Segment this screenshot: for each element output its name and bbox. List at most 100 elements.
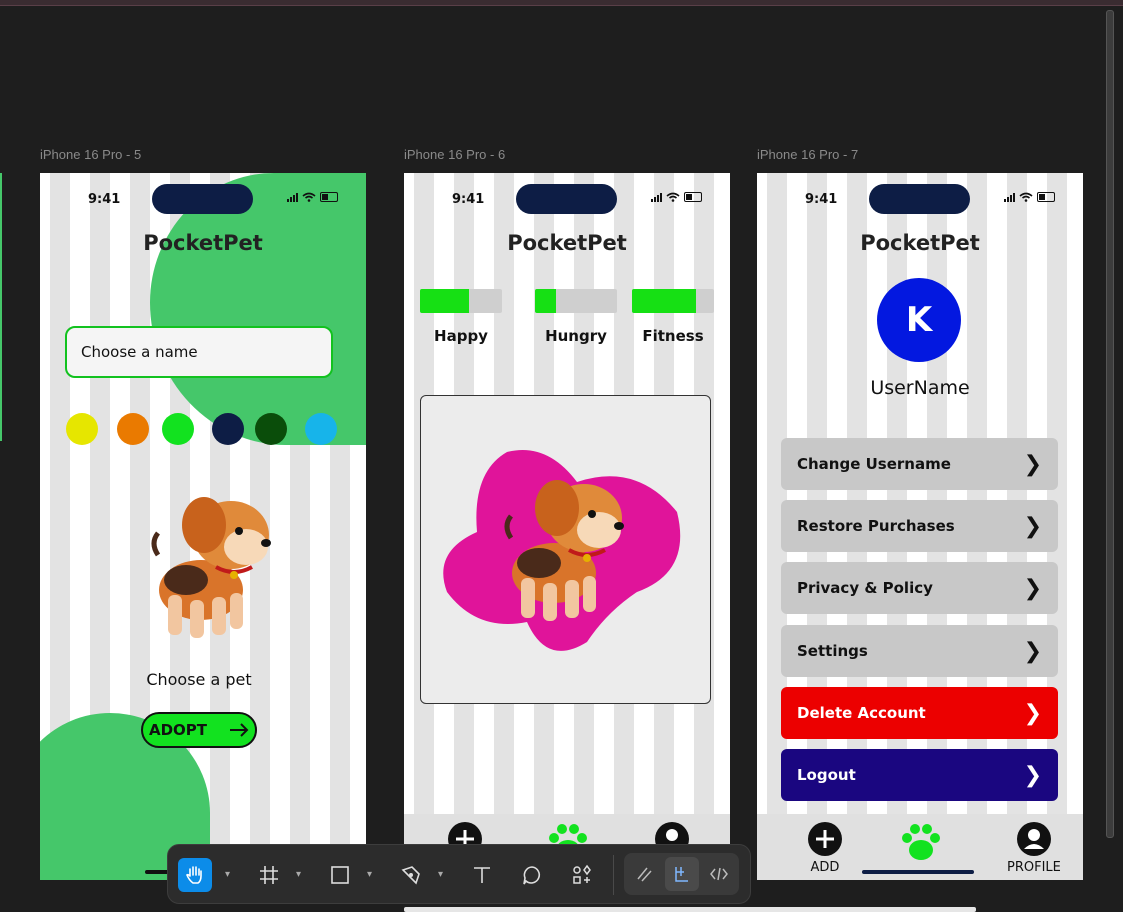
hungry-label: Hungry (545, 327, 607, 345)
dev-mode[interactable] (702, 857, 736, 891)
menu-label: Restore Purchases (797, 517, 955, 535)
frame-label-6[interactable]: iPhone 16 Pro - 6 (404, 147, 505, 162)
stat-happy: Happy (420, 289, 502, 345)
vertical-scrollbar[interactable] (1106, 10, 1114, 838)
code-icon (710, 867, 728, 881)
chevron-down-icon[interactable]: ▾ (225, 869, 230, 880)
wifi-icon (1019, 192, 1033, 202)
frame-iphone-6[interactable]: 9:41 PocketPet Happy Hungry Fitness (404, 173, 730, 880)
menu-label: Privacy & Policy (797, 579, 933, 597)
draw-mode[interactable] (628, 857, 662, 891)
dynamic-island (152, 184, 253, 214)
color-swatch-yellow[interactable] (66, 413, 98, 445)
avatar[interactable]: K (877, 278, 961, 362)
status-time: 9:41 (88, 192, 121, 207)
status-icons (287, 192, 338, 202)
frame-label-7[interactable]: iPhone 16 Pro - 7 (757, 147, 858, 162)
pen-tool[interactable] (394, 858, 428, 892)
offscreen-frame-edge (0, 173, 2, 441)
design-icon (675, 867, 688, 882)
components-tool[interactable] (565, 858, 599, 892)
menu-label: Logout (797, 766, 856, 784)
pet-name-placeholder: Choose a name (81, 343, 198, 361)
signal-icon (651, 192, 662, 202)
chevron-down-icon[interactable]: ▾ (367, 869, 372, 880)
chevron-right-icon: ❯ (1023, 762, 1042, 788)
frame-iphone-5[interactable]: 9:41 PocketPet Choose a name Choose a pe… (40, 173, 366, 880)
pet-name-input[interactable]: Choose a name (65, 326, 333, 378)
app-title: PocketPet (507, 231, 627, 255)
design-toolbar: ▾ ▾ ▾ ▾ (167, 844, 751, 904)
pet-display-box[interactable] (420, 395, 711, 704)
profile-icon (1016, 822, 1051, 856)
chevron-right-icon: ❯ (1023, 451, 1042, 477)
choose-pet-label: Choose a pet (146, 670, 252, 689)
adopt-button[interactable]: ADOPT (141, 712, 257, 748)
menu-label: Delete Account (797, 704, 926, 722)
color-swatch-cyan[interactable] (305, 413, 337, 445)
window-top-edge (0, 0, 1123, 6)
menu-change-username[interactable]: Change Username ❯ (781, 438, 1058, 490)
draw-icon (637, 867, 652, 882)
app-title: PocketPet (143, 231, 263, 255)
menu-label: Settings (797, 642, 868, 660)
battery-icon (684, 192, 702, 202)
text-tool[interactable] (465, 858, 499, 892)
puppy-image[interactable] (499, 468, 629, 628)
rectangle-tool[interactable] (323, 858, 357, 892)
color-swatch-navy[interactable] (212, 413, 244, 445)
color-swatch-orange[interactable] (117, 413, 149, 445)
puppy-image[interactable] (146, 485, 276, 645)
wifi-icon (302, 192, 316, 202)
username: UserName (870, 377, 970, 399)
menu-privacy-policy[interactable]: Privacy & Policy ❯ (781, 562, 1058, 614)
color-swatch-darkgreen[interactable] (255, 413, 287, 445)
frame-icon (260, 866, 278, 884)
chevron-right-icon: ❯ (1023, 575, 1042, 601)
chevron-right-icon: ❯ (1023, 700, 1042, 726)
status-time: 9:41 (805, 192, 838, 207)
menu-delete-account[interactable]: Delete Account ❯ (781, 687, 1058, 739)
fitness-bar (632, 289, 714, 313)
comment-tool[interactable] (515, 858, 549, 892)
frame-tool[interactable] (252, 858, 286, 892)
battery-icon (1037, 192, 1055, 202)
menu-logout[interactable]: Logout ❯ (781, 749, 1058, 801)
chevron-right-icon: ❯ (1023, 638, 1042, 664)
frame-iphone-7[interactable]: 9:41 PocketPet K UserName Change Usernam… (757, 173, 1083, 880)
comment-icon (523, 866, 541, 885)
tab-profile[interactable]: PROFILE (1007, 822, 1061, 875)
battery-icon (320, 192, 338, 202)
color-swatch-green[interactable] (162, 413, 194, 445)
tab-add-label: ADD (810, 860, 840, 875)
fitness-label: Fitness (642, 327, 704, 345)
pen-icon (401, 866, 420, 885)
signal-icon (287, 192, 298, 202)
hand-tool[interactable] (178, 858, 212, 892)
stat-fitness: Fitness (632, 289, 714, 345)
stat-hungry: Hungry (535, 289, 617, 345)
dynamic-island (516, 184, 617, 214)
tab-profile-label: PROFILE (1007, 860, 1061, 875)
tab-pet[interactable] (899, 822, 943, 862)
horizontal-scrollbar[interactable] (404, 907, 976, 912)
app-title: PocketPet (860, 231, 980, 255)
chevron-down-icon[interactable]: ▾ (438, 869, 443, 880)
chevron-down-icon[interactable]: ▾ (296, 869, 301, 880)
menu-settings[interactable]: Settings ❯ (781, 625, 1058, 677)
menu-restore-purchases[interactable]: Restore Purchases ❯ (781, 500, 1058, 552)
tab-add[interactable]: ADD (808, 822, 842, 875)
happy-bar-fill (420, 289, 470, 313)
adopt-label: ADOPT (149, 721, 208, 739)
design-mode[interactable] (665, 857, 699, 891)
happy-label: Happy (434, 327, 488, 345)
hungry-bar (535, 289, 617, 313)
signal-icon (1004, 192, 1015, 202)
status-icons (651, 192, 702, 202)
rectangle-icon (331, 866, 349, 884)
status-icons (1004, 192, 1055, 202)
wifi-icon (666, 192, 680, 202)
frame-label-5[interactable]: iPhone 16 Pro - 5 (40, 147, 141, 162)
happy-bar (420, 289, 502, 313)
menu-label: Change Username (797, 455, 951, 473)
